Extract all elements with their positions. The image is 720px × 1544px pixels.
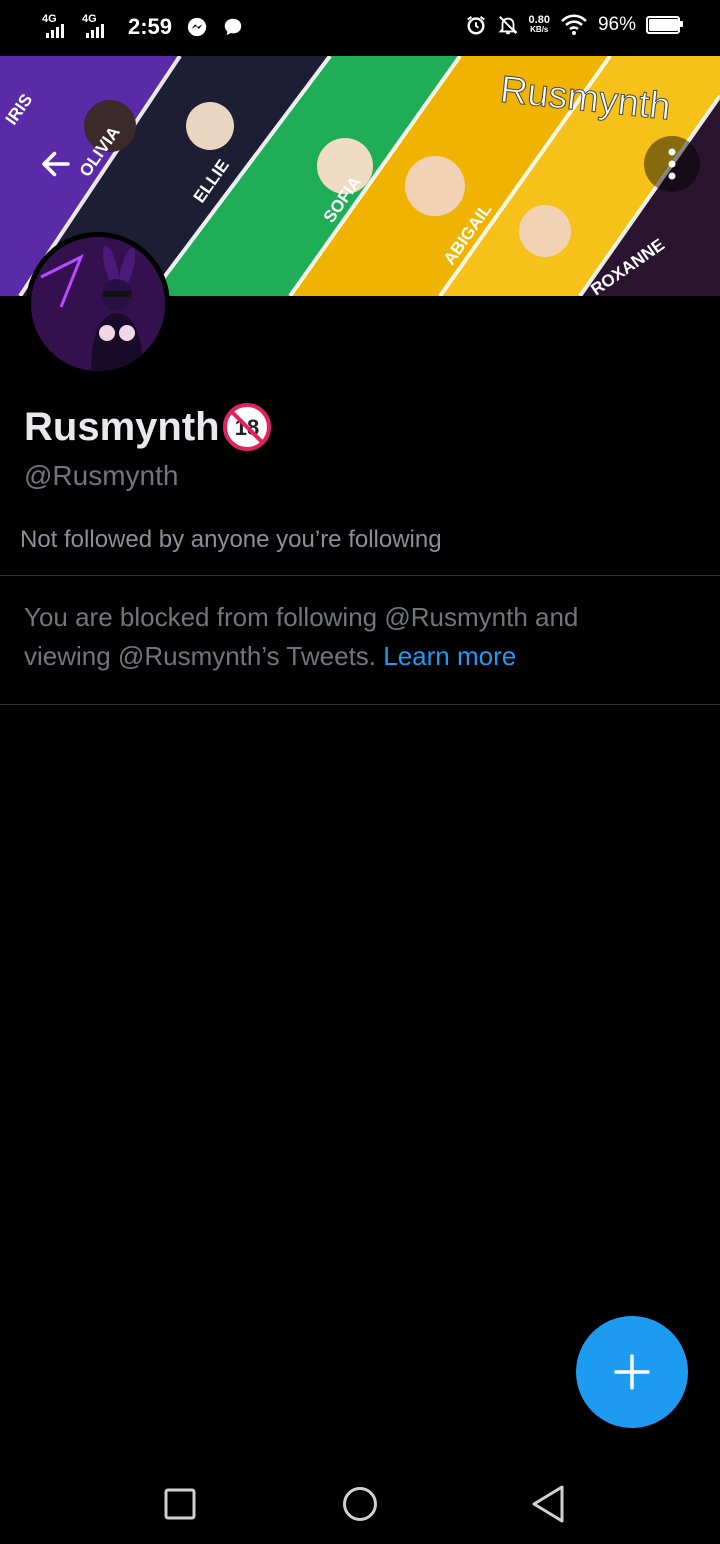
divider xyxy=(0,575,720,576)
alarm-icon xyxy=(466,15,485,35)
blocked-notice: You are blocked from following @Rusmynth… xyxy=(24,598,664,676)
net-speed-value: 0.80 xyxy=(528,14,550,26)
compose-tweet-button[interactable] xyxy=(576,1316,688,1428)
battery-percent: 96% xyxy=(597,14,636,35)
triangle-back-icon xyxy=(532,1485,564,1523)
learn-more-link[interactable]: Learn more xyxy=(383,641,516,671)
home-button[interactable] xyxy=(336,1480,384,1528)
chat-bubble-icon xyxy=(224,18,242,36)
profile-avatar[interactable] xyxy=(26,232,170,376)
plus-icon xyxy=(614,1354,650,1390)
profile-handle: @Rusmynth xyxy=(24,460,179,491)
adult-content-badge-icon: 18 xyxy=(222,403,271,451)
profile-name: Rusmynth xyxy=(24,404,220,449)
back-nav-button[interactable] xyxy=(524,1480,572,1528)
more-vertical-icon xyxy=(668,148,676,180)
clock: 2:59 xyxy=(128,14,173,39)
system-nav-bar xyxy=(0,1456,720,1544)
battery-icon xyxy=(646,16,683,34)
signal-icon: 4G xyxy=(42,13,76,39)
avatar-image xyxy=(31,237,165,371)
more-options-button[interactable] xyxy=(644,136,700,192)
messenger-icon xyxy=(187,17,207,37)
status-bar: 4G 4G 2:59 0.80 KB/s 96% xyxy=(0,0,720,56)
net-speed-unit: KB/s xyxy=(530,25,549,34)
back-arrow-icon xyxy=(42,151,70,177)
notifications-off-icon xyxy=(498,16,518,35)
wifi-icon xyxy=(561,14,587,35)
recents-button[interactable] xyxy=(156,1480,204,1528)
profile-name-row: Rusmynth 18 xyxy=(24,402,272,452)
circle-icon xyxy=(343,1487,377,1521)
signal-icon: 4G xyxy=(82,13,116,39)
square-icon xyxy=(164,1488,196,1520)
back-button[interactable] xyxy=(28,136,84,192)
divider xyxy=(0,704,720,705)
network-speed: 0.80 KB/s xyxy=(529,15,550,35)
followed-by-text: Not followed by anyone you’re following xyxy=(20,526,442,553)
